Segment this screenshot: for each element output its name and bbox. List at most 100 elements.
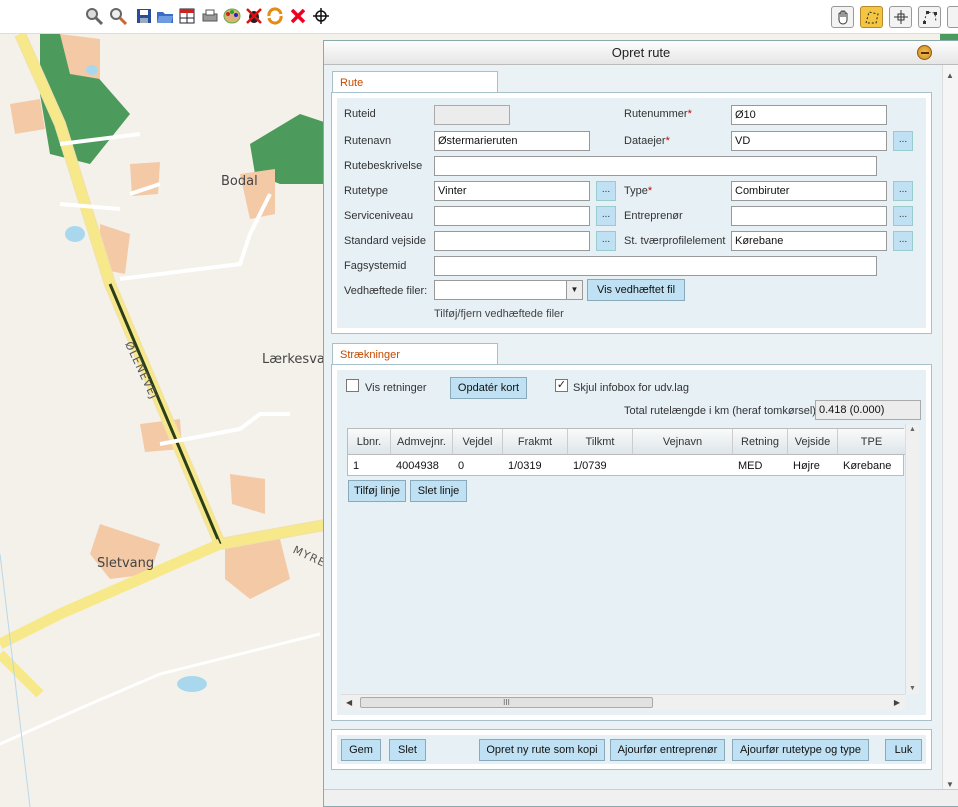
tilfoj-fjern-filer-link[interactable]: Tilføj/fjern vedhæftede filer: [434, 308, 564, 320]
bug-icon[interactable]: [244, 6, 264, 26]
scroll-left-icon[interactable]: ◀: [346, 698, 352, 707]
column-header[interactable]: Admvejnr.: [391, 429, 453, 455]
edit-vertices-icon[interactable]: [918, 6, 941, 28]
table-cell[interactable]: [633, 456, 638, 476]
rutetype-picker-button[interactable]: ...: [596, 181, 616, 201]
minimize-icon[interactable]: [917, 45, 932, 60]
column-header[interactable]: Lbnr.: [348, 429, 391, 455]
column-header[interactable]: Vejdel: [453, 429, 503, 455]
vedhaeftede-label: Vedhæftede filer:: [344, 285, 428, 297]
vedhaeftede-select[interactable]: [434, 280, 583, 300]
table-icon[interactable]: [177, 6, 197, 26]
table-cell[interactable]: 1/0739: [568, 456, 607, 476]
type-picker-button[interactable]: ...: [893, 181, 913, 201]
scroll-up-icon[interactable]: ▲: [946, 71, 954, 80]
more-icon[interactable]: [947, 6, 958, 28]
gem-button[interactable]: Gem: [341, 739, 381, 761]
zoom-in-icon[interactable]: [84, 6, 104, 26]
serviceniveau-picker-button[interactable]: ...: [596, 206, 616, 226]
slet-linje-button[interactable]: Slet linje: [410, 480, 467, 502]
serviceniveau-label: Serviceniveau: [344, 210, 414, 222]
print-icon[interactable]: [200, 6, 220, 26]
column-header[interactable]: Vejside: [788, 429, 838, 455]
refresh-icon[interactable]: [265, 6, 285, 26]
zoom-out-icon[interactable]: [108, 6, 128, 26]
dialog-scrollbar[interactable]: ▲ ▼: [942, 65, 958, 791]
entreprenor-label: Entreprenør: [624, 210, 683, 222]
column-header[interactable]: Frakmt: [503, 429, 568, 455]
tab-straekninger[interactable]: Strækninger: [332, 343, 498, 365]
rutetype-field[interactable]: Vinter: [434, 181, 590, 201]
entreprenor-field[interactable]: [731, 206, 887, 226]
table-cell[interactable]: 1/0319: [503, 456, 542, 476]
serviceniveau-field[interactable]: [434, 206, 590, 226]
total-rutelaengde-label: Total rutelængde i km (heraf tomkørsel): [624, 405, 816, 417]
type-field[interactable]: Combiruter: [731, 181, 887, 201]
standard-vejside-field[interactable]: [434, 231, 590, 251]
scroll-down-icon[interactable]: ▼: [909, 685, 916, 692]
table-cell[interactable]: 4004938: [391, 456, 439, 476]
place-label: Sletvang: [97, 556, 155, 571]
dialog-title-bar[interactable]: Opret rute: [324, 41, 958, 65]
chevron-down-icon[interactable]: ▼: [566, 281, 582, 299]
skjul-infobox-checkbox[interactable]: ✓: [555, 379, 568, 392]
vis-retninger-checkbox[interactable]: [346, 379, 359, 392]
rutenavn-label: Rutenavn: [344, 135, 392, 147]
opret-kopi-button[interactable]: Opret ny rute som kopi: [479, 739, 605, 761]
rutebeskrivelse-field[interactable]: [434, 156, 877, 176]
scroll-right-icon[interactable]: ▶: [894, 698, 900, 707]
scroll-down-icon[interactable]: ▼: [946, 780, 954, 789]
scroll-up-icon[interactable]: ▲: [909, 426, 916, 433]
rutenavn-field[interactable]: Østermarieruten: [434, 131, 590, 151]
open-folder-icon[interactable]: [155, 6, 175, 26]
column-header[interactable]: Tilkmt: [568, 429, 633, 455]
rutenummer-label: Rutenummer*: [624, 108, 692, 120]
pan-hand-icon[interactable]: [831, 6, 854, 28]
place-label: Bodal: [221, 174, 258, 189]
rutenummer-field[interactable]: Ø10: [731, 105, 887, 125]
rutetype-label: Rutetype: [344, 185, 389, 197]
select-route-icon[interactable]: [860, 6, 883, 28]
scroll-thumb[interactable]: III: [360, 697, 653, 708]
ajourfor-rutetype-button[interactable]: Ajourfør rutetype og type: [732, 739, 869, 761]
column-header[interactable]: Vejnavn: [633, 429, 733, 455]
vis-retninger-label: Vis retninger: [365, 382, 427, 394]
entreprenor-picker-button[interactable]: ...: [893, 206, 913, 226]
tvaerprofil-picker-button[interactable]: ...: [893, 231, 913, 251]
standard-vejside-picker-button[interactable]: ...: [596, 231, 616, 251]
dataejer-picker-button[interactable]: ...: [893, 131, 913, 151]
table-cell[interactable]: Kørebane: [838, 456, 891, 476]
slet-button[interactable]: Slet: [389, 739, 426, 761]
table-cell[interactable]: 1: [348, 456, 359, 476]
tilfoj-linje-button[interactable]: Tilføj linje: [348, 480, 406, 502]
fagsystemid-field[interactable]: [434, 256, 877, 276]
crosshair-icon[interactable]: [311, 6, 331, 26]
dataejer-field[interactable]: VD: [731, 131, 887, 151]
tab-rute[interactable]: Rute: [332, 71, 498, 93]
dialog-title: Opret rute: [611, 45, 671, 60]
luk-button[interactable]: Luk: [885, 739, 922, 761]
ajourfor-entreprenor-button[interactable]: Ajourfør entreprenør: [610, 739, 725, 761]
skjul-infobox-label: Skjul infobox for udv.lag: [573, 382, 689, 394]
column-header[interactable]: Retning: [733, 429, 788, 455]
type-label: Type*: [624, 185, 653, 197]
ruteid-label: Ruteid: [344, 108, 376, 120]
tvaerprofil-field[interactable]: Kørebane: [731, 231, 887, 251]
straekninger-table: Lbnr. Admvejnr. Vejdel Frakmt Tilkmt Vej…: [347, 428, 905, 476]
table-vertical-scrollbar[interactable]: ▲ ▼: [905, 424, 919, 694]
table-horizontal-scrollbar[interactable]: ◀ III ▶: [341, 694, 905, 710]
table-cell[interactable]: Højre: [788, 456, 820, 476]
place-label: Lærkesva: [262, 352, 325, 367]
move-icon[interactable]: [889, 6, 912, 28]
delete-icon[interactable]: [288, 6, 308, 26]
save-icon[interactable]: [134, 6, 154, 26]
palette-icon[interactable]: [222, 6, 242, 26]
vis-vedhaeftet-button[interactable]: Vis vedhæftet fil: [587, 279, 685, 301]
map-toolbar: [0, 0, 958, 34]
table-cell[interactable]: 0: [453, 456, 464, 476]
tvaerprofil-label: St. tværprofilelement: [624, 235, 726, 247]
column-header[interactable]: TPE: [838, 429, 905, 455]
opdater-kort-button[interactable]: Opdatér kort: [450, 377, 527, 399]
table-cell[interactable]: MED: [733, 456, 762, 476]
standard-vejside-label: Standard vejside: [344, 235, 426, 247]
